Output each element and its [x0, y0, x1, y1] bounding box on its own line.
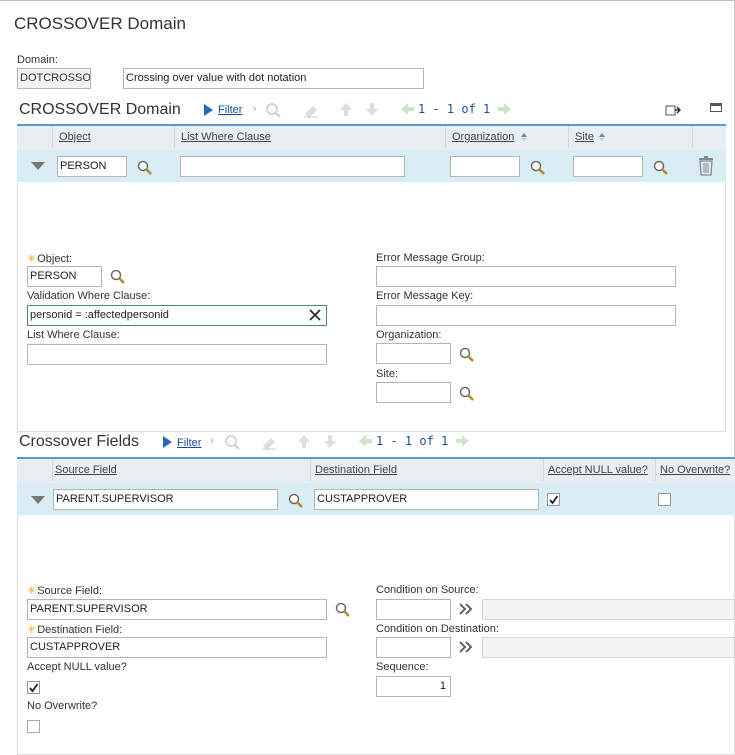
- column-header-source-field[interactable]: Source Field: [55, 459, 117, 481]
- double-chevron-right-icon[interactable]: [459, 641, 473, 656]
- required-asterisk-icon: ✳: [27, 253, 37, 265]
- error-group-field[interactable]: [376, 266, 676, 287]
- column-header-destination-field[interactable]: Destination Field: [315, 459, 397, 481]
- collapse-section-icon[interactable]: [710, 103, 722, 116]
- column-header-site[interactable]: Site: [575, 126, 594, 148]
- row-list-where-field[interactable]: [180, 156, 405, 177]
- column-header-no-overwrite[interactable]: No Overwrite?: [660, 459, 730, 481]
- crossover-table-row[interactable]: PERSON: [17, 150, 726, 182]
- source-detail-lookup-icon[interactable]: [335, 602, 350, 620]
- accept-null-label: Accept NULL value?: [27, 661, 127, 673]
- next-page-arrow-icon[interactable]: [496, 101, 512, 120]
- error-group-label: Error Message Group:: [376, 252, 485, 264]
- column-header-organization[interactable]: Organization: [452, 126, 514, 148]
- row-destination-field[interactable]: CUSTAPPROVER: [314, 489, 539, 510]
- find-icon[interactable]: [265, 102, 281, 121]
- row-site-field[interactable]: [573, 156, 643, 177]
- no-overwrite-checkbox[interactable]: [27, 720, 40, 733]
- sort-icon[interactable]: [520, 132, 528, 145]
- clear-filter-eraser-icon[interactable]: [260, 434, 278, 453]
- filter-expand-chevron-icon[interactable]: ›: [210, 435, 214, 447]
- sequence-label: Sequence:: [376, 661, 429, 673]
- validation-where-label: Validation Where Clause:: [27, 290, 151, 302]
- domain-label: Domain:: [17, 54, 58, 66]
- fields-section-title: Crossover Fields: [19, 433, 140, 450]
- site-lookup-icon[interactable]: [653, 160, 668, 178]
- move-down-arrow-icon[interactable]: [364, 101, 380, 120]
- move-up-arrow-icon[interactable]: [296, 433, 312, 452]
- row-source-field[interactable]: PARENT.SUPERVISOR: [53, 489, 278, 510]
- fields-table-header: Source Field Destination Field Accept NU…: [17, 457, 735, 483]
- sort-icon[interactable]: [598, 132, 606, 145]
- crossover-filter-link[interactable]: Filter: [218, 104, 242, 116]
- site-detail-lookup-icon[interactable]: [459, 386, 474, 404]
- double-chevron-right-icon[interactable]: [459, 603, 473, 618]
- object-lookup-icon[interactable]: [137, 160, 152, 178]
- object-label: ✳Object:: [27, 253, 73, 265]
- row-object-field[interactable]: PERSON: [57, 156, 127, 177]
- trash-icon[interactable]: [697, 156, 715, 179]
- next-page-arrow-icon[interactable]: [454, 433, 470, 452]
- column-header-accept-null[interactable]: Accept NULL value?: [548, 459, 648, 481]
- condition-destination-description: [482, 637, 735, 658]
- accept-null-checkbox[interactable]: [27, 681, 40, 694]
- required-asterisk-icon: ✳: [27, 624, 37, 636]
- organization-detail-lookup-icon[interactable]: [459, 347, 474, 365]
- site-label: Site:: [376, 368, 399, 380]
- crossover-pagination: 1 - 1 of 1: [418, 102, 491, 116]
- fields-detail-pane: [17, 515, 735, 755]
- organization-lookup-icon[interactable]: [530, 160, 545, 178]
- validation-where-field[interactable]: personid = :affectedpersonid: [27, 305, 327, 326]
- error-key-field[interactable]: [376, 305, 676, 326]
- condition-source-label: Condition on Source:: [376, 584, 479, 596]
- filter-toggle-icon[interactable]: [161, 435, 173, 449]
- destination-field-input[interactable]: CUSTAPPROVER: [27, 637, 327, 658]
- condition-source-description: [482, 599, 735, 620]
- download-icon[interactable]: [665, 103, 682, 120]
- no-overwrite-label: No Overwrite?: [27, 700, 98, 712]
- condition-destination-field[interactable]: [376, 637, 451, 658]
- row-accept-null-checkbox[interactable]: [547, 493, 560, 506]
- clear-field-x-icon[interactable]: [309, 309, 321, 324]
- fields-filter-link[interactable]: Filter: [177, 437, 201, 449]
- window-title: CROSSOVER Domain: [14, 14, 186, 33]
- source-field-input[interactable]: PARENT.SUPERVISOR: [27, 599, 327, 620]
- source-field-label: ✳Source Field:: [27, 585, 103, 597]
- row-expand-caret-icon[interactable]: [31, 162, 45, 174]
- clear-filter-eraser-icon[interactable]: [302, 102, 320, 121]
- fields-table-row[interactable]: PARENT.SUPERVISOR CUSTAPPROVER: [17, 483, 735, 515]
- object-detail-lookup-icon[interactable]: [110, 269, 125, 287]
- source-lookup-icon[interactable]: [288, 493, 303, 511]
- previous-page-arrow-icon[interactable]: [399, 101, 415, 120]
- destination-field-label: ✳Destination Field:: [27, 624, 123, 636]
- domain-description-field[interactable]: Crossing over value with dot notation: [123, 68, 424, 89]
- condition-destination-label: Condition on Destination:: [376, 623, 499, 635]
- filter-toggle-icon[interactable]: [202, 103, 214, 117]
- domain-id-field[interactable]: DOTCROSSO: [17, 68, 91, 89]
- site-field[interactable]: [376, 382, 451, 403]
- column-header-list-where[interactable]: List Where Clause: [181, 126, 271, 148]
- row-no-overwrite-checkbox[interactable]: [658, 493, 671, 506]
- filter-expand-chevron-icon[interactable]: ›: [253, 103, 257, 115]
- move-up-arrow-icon[interactable]: [338, 101, 354, 120]
- fields-pagination: 1 - 1 of 1: [376, 434, 449, 448]
- row-organization-field[interactable]: [450, 156, 520, 177]
- list-where-field[interactable]: [27, 344, 327, 365]
- move-down-arrow-icon[interactable]: [322, 433, 338, 452]
- sequence-field[interactable]: 1: [376, 676, 451, 697]
- organization-field[interactable]: [376, 343, 451, 364]
- column-header-object[interactable]: Object: [59, 126, 91, 148]
- object-field[interactable]: PERSON: [27, 266, 102, 287]
- required-asterisk-icon: ✳: [27, 585, 37, 597]
- organization-label: Organization:: [376, 329, 442, 341]
- previous-page-arrow-icon[interactable]: [357, 433, 373, 452]
- row-expand-caret-icon[interactable]: [31, 496, 45, 508]
- crossover-table-header: Object List Where Clause Organization Si…: [17, 124, 726, 150]
- error-key-label: Error Message Key:: [376, 290, 474, 302]
- list-where-label: List Where Clause:: [27, 329, 120, 341]
- condition-source-field[interactable]: [376, 599, 451, 620]
- find-icon[interactable]: [224, 434, 240, 453]
- crossover-section-title: CROSSOVER Domain: [19, 101, 181, 118]
- window-top-border: [0, 0, 735, 1]
